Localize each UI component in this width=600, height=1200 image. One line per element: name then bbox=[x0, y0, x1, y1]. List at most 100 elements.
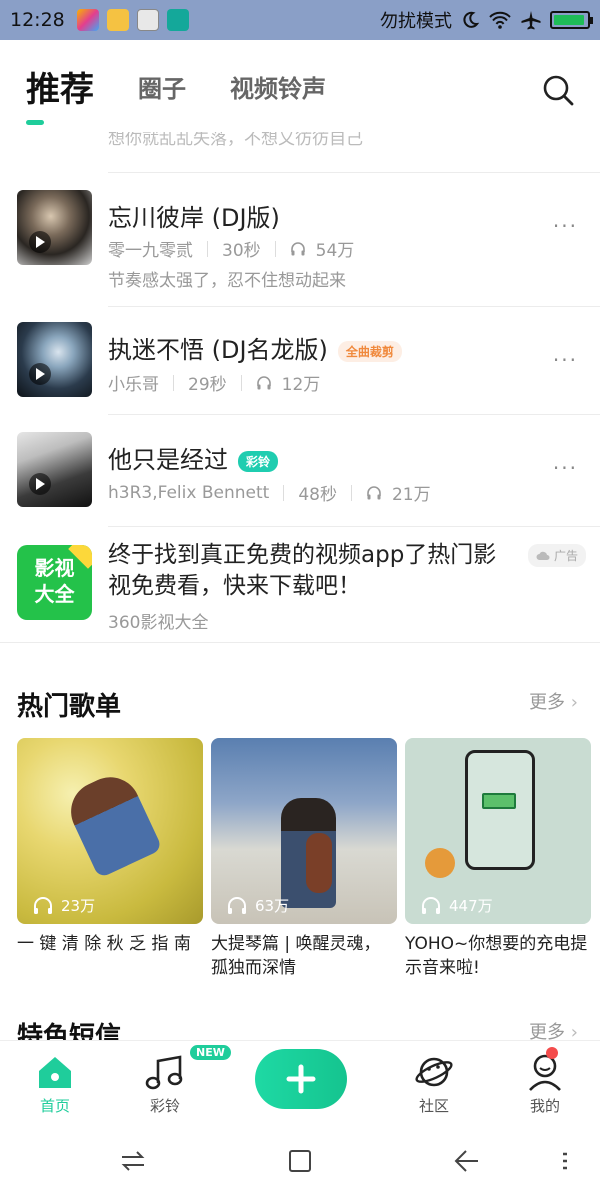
planet-icon bbox=[415, 1057, 453, 1087]
playlist-cover[interactable]: 447万 bbox=[405, 738, 591, 924]
new-badge: NEW bbox=[190, 1045, 231, 1060]
headphone-icon bbox=[34, 896, 52, 914]
chevron-right-icon: › bbox=[570, 1022, 578, 1040]
music-note-icon bbox=[145, 1055, 183, 1090]
play-icon[interactable] bbox=[29, 363, 51, 385]
playlist-title: 大提琴篇 | 唤醒灵魂，孤独而深情 bbox=[211, 934, 381, 978]
switch-icon[interactable] bbox=[118, 1146, 148, 1176]
song-cover[interactable] bbox=[17, 322, 92, 397]
nav-home-label: 首页 bbox=[39, 1097, 70, 1115]
song-duration: 48秒 bbox=[298, 485, 337, 505]
more-label: 更多 bbox=[529, 1022, 566, 1040]
wifi-icon bbox=[489, 11, 511, 29]
nav-home[interactable]: 首页 bbox=[15, 1049, 95, 1116]
active-tab-indicator bbox=[26, 120, 44, 125]
search-icon[interactable] bbox=[542, 74, 574, 106]
tab-recommend[interactable]: 推荐 bbox=[26, 62, 94, 111]
playlist-card[interactable]: 63万 大提琴篇 | 唤醒灵魂，孤独而深情 bbox=[211, 738, 397, 980]
headphone-icon bbox=[367, 485, 381, 499]
system-nav-bar bbox=[0, 1122, 600, 1200]
more-options-icon[interactable]: ··· bbox=[553, 456, 578, 480]
song-title: 忘川彼岸 (DJ版) bbox=[108, 198, 280, 233]
user-icon bbox=[529, 1054, 561, 1091]
song-description: 节奏感太强了，忍不住想动起来 bbox=[108, 271, 346, 291]
more-label: 更多 bbox=[529, 692, 566, 713]
nav-mine-label: 我的 bbox=[529, 1097, 560, 1115]
ad-title[interactable]: 终于找到真正免费的视频app了热门影视免费看，快来下载吧！ bbox=[108, 540, 498, 602]
song-plays: 21万 bbox=[391, 485, 431, 505]
tab-circle[interactable]: 圈子 bbox=[138, 69, 186, 104]
song-row[interactable]: 执迷不悟 (DJ名龙版) 全曲裁剪 小乐哥 29秒 12万 ··· bbox=[0, 312, 600, 424]
featured-sms-title: 特色短信 bbox=[17, 1022, 122, 1040]
add-button[interactable] bbox=[255, 1049, 347, 1109]
dnd-label: 勿扰模式 bbox=[380, 11, 452, 32]
song-meta: 小乐哥 29秒 12万 bbox=[108, 370, 320, 395]
ad-source: 360影视大全 bbox=[108, 613, 209, 633]
cleaner-icon bbox=[136, 9, 159, 31]
playlist-title: 一 键 清 除 秋 乏 指 南 bbox=[17, 934, 191, 954]
song-duration: 30秒 bbox=[222, 241, 261, 261]
playlist-cover[interactable]: 23万 bbox=[17, 738, 203, 924]
ad-badge[interactable]: 广告 bbox=[527, 544, 586, 567]
more-options-icon[interactable]: ··· bbox=[553, 214, 578, 238]
song-title-text: 执迷不悟 (DJ名龙版) bbox=[108, 336, 328, 364]
song-artist: 零一九零贰 bbox=[108, 241, 193, 261]
bottom-nav-bar: 首页 彩铃 NEW 社区 我的 bbox=[0, 1040, 600, 1122]
playlist-cover[interactable]: 63万 bbox=[211, 738, 397, 924]
headphone-icon bbox=[290, 241, 305, 255]
headphone-icon bbox=[422, 896, 440, 914]
more-options-icon[interactable]: ··· bbox=[553, 348, 578, 372]
song-title-text: 忘川彼岸 (DJ版) bbox=[108, 204, 280, 232]
airplane-icon bbox=[521, 11, 541, 30]
song-duration: 29秒 bbox=[188, 375, 227, 395]
moon-icon bbox=[463, 11, 480, 28]
song-title: 他只是经过 彩铃 bbox=[108, 440, 279, 475]
playlist-play-count: 23万 bbox=[33, 895, 95, 916]
nav-community[interactable]: 社区 bbox=[394, 1049, 474, 1116]
cut-off-description: 想你就乱乱失落，不想又彷彷自己 bbox=[108, 132, 363, 149]
divider bbox=[108, 306, 600, 307]
song-artist: h3R3,Felix Bennett bbox=[108, 482, 270, 503]
divider bbox=[108, 172, 600, 173]
nav-ringtone-label: 彩铃 bbox=[149, 1097, 180, 1115]
nav-mine[interactable]: 我的 bbox=[505, 1049, 585, 1116]
playlist-count-text: 447万 bbox=[449, 897, 493, 915]
ad-badge-label: 广告 bbox=[553, 549, 578, 563]
song-plays: 54万 bbox=[315, 241, 355, 261]
song-plays: 12万 bbox=[281, 375, 321, 395]
status-time: 12:28 bbox=[10, 9, 65, 31]
divider bbox=[108, 526, 600, 527]
battery-icon bbox=[550, 11, 593, 29]
hot-playlists-more-link[interactable]: 更多 › bbox=[529, 688, 578, 714]
playlist-play-count: 63万 bbox=[227, 895, 289, 916]
menu-icon[interactable] bbox=[555, 1146, 585, 1176]
back-icon[interactable] bbox=[452, 1146, 482, 1176]
playlist-card[interactable]: 23万 一 键 清 除 秋 乏 指 南 bbox=[17, 738, 203, 980]
play-icon[interactable] bbox=[29, 231, 51, 253]
tab-video-ringtone[interactable]: 视频铃声 bbox=[230, 69, 326, 104]
play-icon[interactable] bbox=[29, 473, 51, 495]
song-cover[interactable] bbox=[17, 190, 92, 265]
song-title-text: 他只是经过 bbox=[108, 446, 228, 474]
song-row[interactable]: 忘川彼岸 (DJ版) 零一九零贰 30秒 54万 节奏感太强了，忍不住想动起来 … bbox=[0, 178, 600, 291]
ad-app-logo[interactable]: 影视 大全 bbox=[17, 545, 92, 620]
playlist-count-text: 63万 bbox=[255, 897, 290, 915]
song-title: 执迷不悟 (DJ名龙版) 全曲裁剪 bbox=[108, 330, 402, 365]
full-clip-tag: 全曲裁剪 bbox=[337, 340, 402, 362]
song-cover[interactable] bbox=[17, 432, 92, 507]
song-meta: h3R3,Felix Bennett 48秒 21万 bbox=[108, 480, 431, 506]
song-artist: 小乐哥 bbox=[108, 375, 159, 395]
plus-icon bbox=[286, 1064, 316, 1094]
cloud-icon bbox=[536, 551, 550, 560]
headphone-icon bbox=[256, 375, 271, 389]
playlist-play-count: 447万 bbox=[421, 895, 493, 916]
notification-dot bbox=[546, 1047, 558, 1059]
ringtone-tag: 彩铃 bbox=[238, 450, 279, 472]
folder-icon bbox=[106, 9, 129, 31]
playlist-card[interactable]: 447万 YOHO~你想要的充电提示音来啦! bbox=[405, 738, 591, 980]
song-row[interactable]: 他只是经过 彩铃 h3R3,Felix Bennett 48秒 21万 ··· bbox=[0, 420, 600, 532]
top-tab-bar: 推荐 圈子 视频铃声 bbox=[0, 40, 600, 132]
divider bbox=[0, 642, 600, 643]
featured-sms-more-link[interactable]: 更多 › bbox=[529, 1018, 578, 1040]
home-square-icon[interactable] bbox=[285, 1146, 315, 1176]
